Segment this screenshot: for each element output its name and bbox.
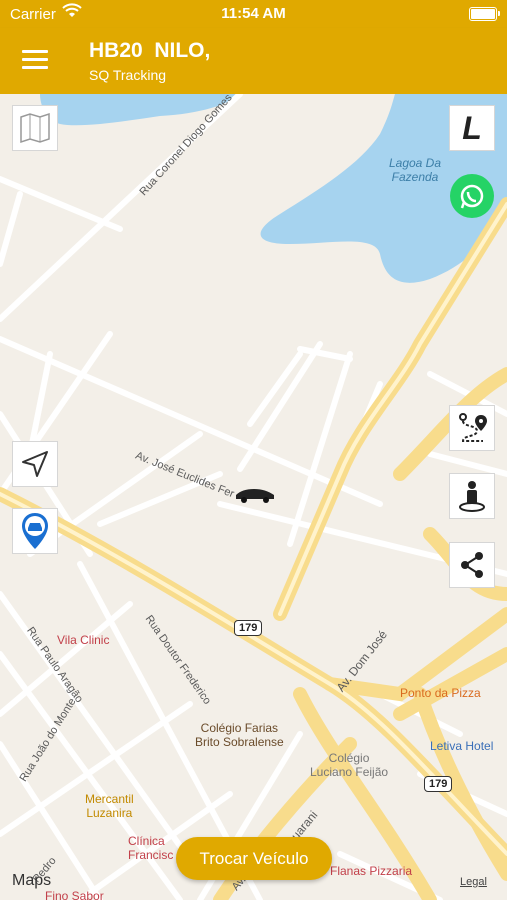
street-view-button[interactable]	[449, 473, 495, 519]
poi-label: Colégio Farias Brito Sobralense	[195, 721, 284, 749]
vehicle-marker	[236, 489, 274, 503]
poi-label: Flanas Pizzaria	[330, 864, 413, 878]
folded-map-icon	[20, 112, 50, 144]
route-shield: 179	[424, 776, 453, 792]
route-shield: 179	[234, 620, 263, 636]
poi-label: Colégio Luciano Feijão	[310, 751, 389, 779]
person-icon	[459, 481, 485, 512]
navigate-button[interactable]	[12, 441, 58, 487]
hamburger-menu-icon[interactable]	[22, 50, 48, 70]
trocar-veiculo-button[interactable]: Trocar Veículo	[176, 837, 332, 880]
poi-label: Ponto da Pizza	[400, 686, 481, 700]
route-pin-icon	[459, 413, 487, 442]
poi-label: Letiva Hotel	[430, 739, 494, 753]
app-header: HB20 NILO, SQ Tracking	[0, 28, 507, 94]
lake-label: Lagoa Da Fazenda	[388, 156, 442, 184]
vehicle-title: HB20 NILO,	[89, 39, 211, 62]
poi-label: Vila Clinic	[57, 633, 110, 647]
apple-maps-logo: Maps	[12, 872, 52, 889]
vehicle-location-button[interactable]	[12, 508, 58, 554]
app-subtitle: SQ Tracking	[89, 67, 167, 83]
poi-label: Clínica Francisc	[128, 834, 174, 862]
map-view[interactable]: Lagoa Da Fazenda Rua Coronel Diogo Gomes…	[0, 94, 507, 900]
logo-button[interactable]: L	[449, 105, 495, 151]
poi-label: Fino Sabor	[45, 889, 104, 900]
share-button[interactable]	[449, 542, 495, 588]
whatsapp-icon	[460, 184, 484, 209]
legal-link[interactable]: Legal	[460, 876, 487, 888]
logo-letter: L	[462, 109, 482, 146]
clock: 11:54 AM	[221, 5, 286, 22]
paper-plane-icon	[22, 451, 48, 477]
car-pin-icon	[22, 513, 48, 549]
share-icon	[461, 552, 483, 578]
status-bar: Carrier 11:54 AM	[0, 0, 507, 28]
route-history-button[interactable]	[449, 405, 495, 451]
battery-icon	[469, 7, 500, 21]
map-type-button[interactable]	[12, 105, 58, 151]
whatsapp-button[interactable]	[450, 174, 494, 218]
poi-label: Mercantil Luzanira	[85, 792, 134, 820]
